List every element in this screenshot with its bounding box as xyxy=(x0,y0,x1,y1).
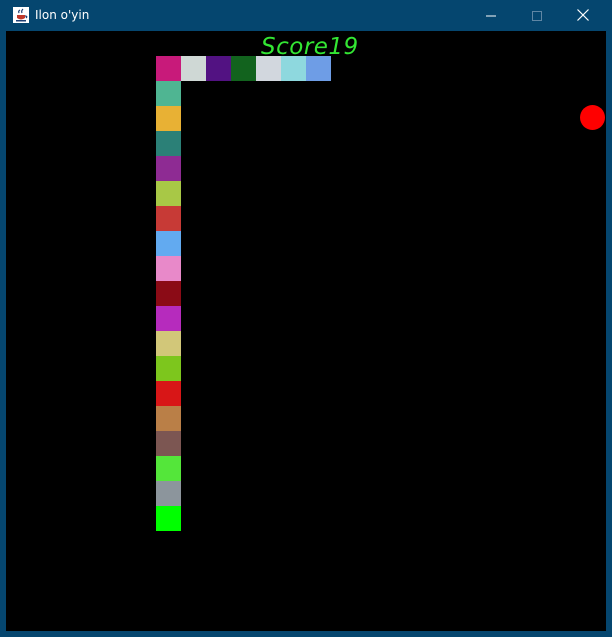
snake-segment xyxy=(156,456,181,481)
snake-segment xyxy=(156,156,181,181)
snake-segment xyxy=(156,381,181,406)
game-board[interactable]: Score19 xyxy=(6,31,606,631)
snake-segment xyxy=(156,256,181,281)
snake-segment xyxy=(181,56,206,81)
snake-segment xyxy=(156,281,181,306)
maximize-button[interactable] xyxy=(514,0,560,31)
snake-segment xyxy=(156,206,181,231)
close-button[interactable] xyxy=(560,0,606,31)
minimize-icon xyxy=(486,6,496,25)
snake-segment xyxy=(156,406,181,431)
snake-segment xyxy=(231,56,256,81)
snake-segment xyxy=(156,131,181,156)
snake-segment xyxy=(156,81,181,106)
maximize-icon xyxy=(532,6,542,25)
snake-segment xyxy=(281,56,306,81)
snake-segment xyxy=(156,356,181,381)
snake-tail-segment xyxy=(156,506,181,531)
snake-segment xyxy=(156,231,181,256)
snake-segment xyxy=(156,106,181,131)
window-bottom-border xyxy=(0,631,612,637)
snake-segment xyxy=(306,56,331,81)
snake-segment xyxy=(206,56,231,81)
snake-segment xyxy=(256,56,281,81)
title-bar[interactable]: Ilon o'yin xyxy=(0,0,612,31)
window-title: Ilon o'yin xyxy=(35,8,90,22)
snake-segment xyxy=(156,331,181,356)
snake-head-segment xyxy=(156,56,181,81)
snake-segment xyxy=(156,181,181,206)
java-cup-icon[interactable] xyxy=(13,7,29,23)
snake-segment xyxy=(156,306,181,331)
close-icon xyxy=(577,6,589,25)
game-window: Ilon o'yin Score19 xyxy=(0,0,612,637)
snake-segment xyxy=(156,431,181,456)
snake-segment xyxy=(156,481,181,506)
minimize-button[interactable] xyxy=(468,0,514,31)
food-apple xyxy=(580,105,605,130)
